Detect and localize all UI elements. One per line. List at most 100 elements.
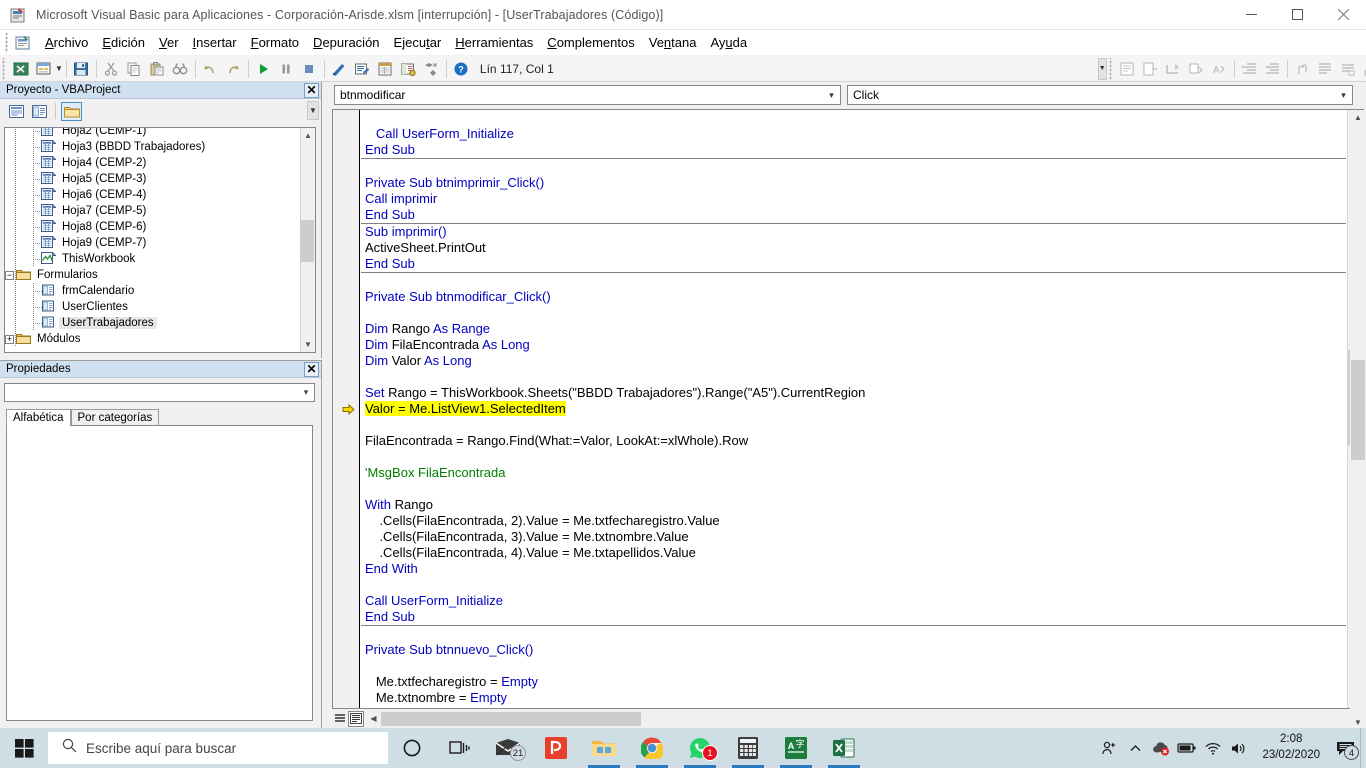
menu-item-formato[interactable]: Formato	[244, 32, 306, 53]
auto-format-button[interactable]: A	[1208, 58, 1231, 80]
mdi-scrollbar-thumb[interactable]	[1351, 360, 1365, 460]
code-line[interactable]: End With	[361, 561, 1346, 577]
complete-word-button[interactable]	[1185, 58, 1208, 80]
list-properties-button[interactable]	[1116, 58, 1139, 80]
tree-item-m-dulos[interactable]: + Módulos	[5, 331, 300, 347]
tree-scroll-up-button[interactable]: ▲	[301, 128, 315, 143]
help-question-button[interactable]: ?	[450, 58, 473, 80]
code-line[interactable]	[361, 273, 1346, 289]
window-minimize-button[interactable]	[1228, 0, 1274, 30]
toolbar-grip-handle[interactable]	[0, 57, 9, 80]
menu-item-complementos[interactable]: Complementos	[540, 32, 641, 53]
code-line[interactable]	[361, 658, 1346, 674]
menu-item-insertar[interactable]: Insertar	[186, 32, 244, 53]
code-line[interactable]: Private Sub btnmodificar_Click()	[361, 289, 1346, 305]
tab-por-categorias[interactable]: Por categorías	[70, 409, 160, 426]
code-line[interactable]: End Sub	[361, 609, 1346, 625]
object-browser-button[interactable]	[397, 58, 420, 80]
volume-icon[interactable]	[1226, 728, 1252, 768]
tree-item-hoja7-cemp-5[interactable]: Hoja7 (CEMP-5)	[5, 203, 300, 219]
code-line[interactable]: Call UserForm_Initialize	[361, 126, 1346, 142]
code-margin-indicator-bar[interactable]	[333, 110, 360, 708]
window-maximize-button[interactable]	[1274, 0, 1320, 30]
code-line[interactable]: End Sub	[361, 207, 1346, 223]
code-text-area[interactable]: Call UserForm_Initialize End Sub Private …	[361, 110, 1346, 708]
properties-grid[interactable]	[6, 425, 313, 721]
tree-item-thisworkbook[interactable]: ThisWorkbook	[5, 251, 300, 267]
tree-item-hoja8-cemp-6[interactable]: Hoja8 (CEMP-6)	[5, 219, 300, 235]
reset-button[interactable]	[298, 58, 321, 80]
tree-expand-icon[interactable]: +	[5, 334, 14, 344]
tab-alfabetica[interactable]: Alfabética	[6, 409, 71, 426]
full-module-view-button[interactable]	[348, 710, 364, 727]
tree-item-hoja5-cemp-3[interactable]: Hoja5 (CEMP-3)	[5, 171, 300, 187]
code-line[interactable]	[361, 305, 1346, 321]
code-line[interactable]: Sub imprimir()	[361, 224, 1346, 240]
undo-button[interactable]	[199, 58, 222, 80]
code-line[interactable]: Dim Rango As Range	[361, 321, 1346, 337]
code-scroll-left-button[interactable]: ◀	[366, 711, 381, 727]
taskbar-clock[interactable]: 2:08 23/02/2020	[1252, 728, 1330, 768]
menu-item-ventana[interactable]: Ventana	[642, 32, 704, 53]
code-hscrollbar-thumb[interactable]	[381, 711, 641, 726]
insert-userform-button[interactable]	[32, 58, 55, 80]
code-line[interactable]	[361, 481, 1346, 497]
code-line[interactable]: Call UserForm_Initialize	[361, 593, 1346, 609]
whatsapp-icon[interactable]: 1	[676, 728, 724, 768]
project-explorer-titlebar[interactable]: Proyecto - VBAProject ✕	[0, 82, 321, 99]
battery-icon[interactable]	[1174, 728, 1200, 768]
find-button[interactable]	[169, 58, 192, 80]
code-line[interactable]: .Cells(FilaEncontrada, 4).Value = Me.txt…	[361, 545, 1346, 561]
tree-item-userclientes[interactable]: UserClientes	[5, 299, 300, 315]
code-line[interactable]: Me.txtfecharegistro = Empty	[361, 674, 1346, 690]
code-line[interactable]: 'MsgBox FilaEncontrada	[361, 465, 1346, 481]
code-line[interactable]: Valor = Me.ListView1.SelectedItem	[361, 401, 1346, 417]
cut-button[interactable]	[100, 58, 123, 80]
properties-close-button[interactable]: ✕	[304, 361, 319, 377]
menu-item-ejecutar[interactable]: Ejecutar	[387, 32, 449, 53]
code-line[interactable]: With Rango	[361, 497, 1346, 513]
insert-dropdown-caret-icon[interactable]: ▼	[55, 58, 63, 80]
tree-item-hoja4-cemp-2[interactable]: Hoja4 (CEMP-2)	[5, 155, 300, 171]
menu-item-depuracin[interactable]: Depuración	[306, 32, 387, 53]
code-line[interactable]: Set Rango = ThisWorkbook.Sheets("BBDD Tr…	[361, 385, 1346, 401]
parameter-info-button[interactable]	[1162, 58, 1185, 80]
chevron-down-icon[interactable]: ▾	[298, 387, 314, 398]
menu-grip-handle[interactable]	[2, 32, 14, 53]
wifi-icon[interactable]	[1200, 728, 1226, 768]
toggle-bookmark-button[interactable]	[1360, 58, 1366, 80]
project-explorer-close-button[interactable]: ✕	[304, 82, 319, 98]
code-line[interactable]	[361, 159, 1346, 175]
code-line[interactable]	[361, 110, 1346, 126]
copy-button[interactable]	[123, 58, 146, 80]
toggle-breakpoint-button[interactable]	[1291, 58, 1314, 80]
calculator-icon[interactable]	[724, 728, 772, 768]
break-button[interactable]	[275, 58, 298, 80]
code-line[interactable]: FilaEncontrada = Rango.Find(What:=Valor,…	[361, 433, 1346, 449]
nitro-pdf-icon[interactable]	[532, 728, 580, 768]
code-line[interactable]: Dim FilaEncontrada As Long	[361, 337, 1346, 353]
uncomment-block-button[interactable]	[1337, 58, 1360, 80]
properties-window-button[interactable]	[374, 58, 397, 80]
code-line[interactable]	[361, 626, 1346, 642]
mdi-vertical-scrollbar[interactable]: ▲ ▼	[1350, 110, 1366, 730]
code-line[interactable]: .Cells(FilaEncontrada, 2).Value = Me.txt…	[361, 513, 1346, 529]
properties-object-combo[interactable]: ▾	[4, 383, 315, 402]
show-desktop-button[interactable]	[1360, 728, 1366, 768]
code-line[interactable]: End Sub	[361, 256, 1346, 272]
tree-item-hoja3-bbdd-trabajadores[interactable]: Hoja3 (BBDD Trabajadores)	[5, 139, 300, 155]
save-button[interactable]	[70, 58, 93, 80]
cortana-icon[interactable]	[388, 728, 436, 768]
tree-item-hoja9-cemp-7[interactable]: Hoja9 (CEMP-7)	[5, 235, 300, 251]
code-line[interactable]	[361, 369, 1346, 385]
tree-scroll-down-button[interactable]: ▼	[301, 337, 315, 352]
toggle-folders-button[interactable]	[61, 101, 82, 121]
google-chrome-icon[interactable]	[628, 728, 676, 768]
task-view-icon[interactable]	[436, 728, 484, 768]
show-hidden-icons-chevron[interactable]	[1122, 728, 1148, 768]
outdent-button[interactable]	[1261, 58, 1284, 80]
chevron-down-icon[interactable]: ▾	[823, 90, 840, 101]
start-button[interactable]	[0, 728, 48, 768]
code-line[interactable]	[361, 449, 1346, 465]
indent-button[interactable]	[1238, 58, 1261, 80]
